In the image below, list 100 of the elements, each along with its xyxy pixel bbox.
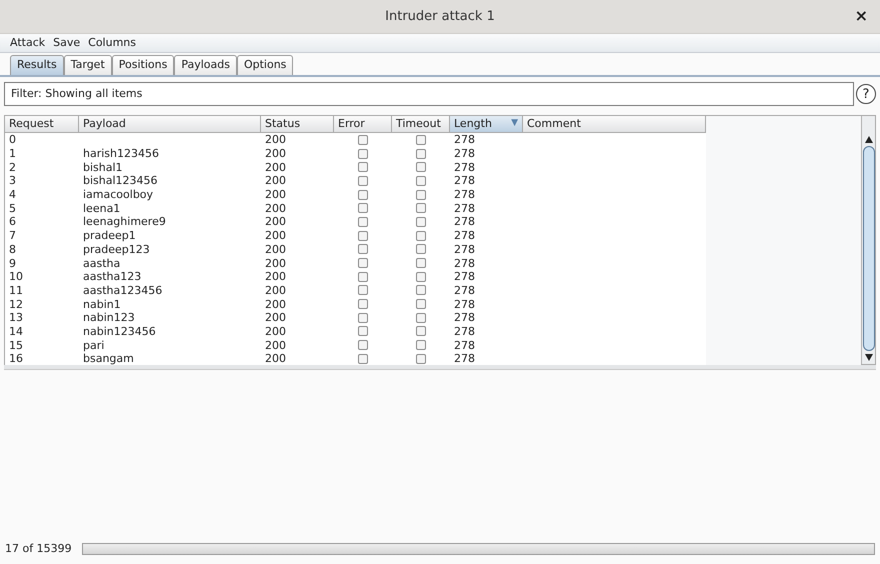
checkbox[interactable] [358,354,368,364]
table-cell-text: 8 [8,244,17,255]
filter-bar[interactable]: Filter: Showing all items [4,82,854,106]
checkbox[interactable] [416,326,426,336]
table-cell-text: pradeep1 [82,230,137,242]
scroll-down-icon[interactable] [864,354,872,361]
checkbox[interactable] [416,230,426,241]
table-cell-text: 200 [264,189,287,200]
checkbox[interactable] [416,176,426,186]
table-cell-text: 278 [453,230,476,242]
checkbox[interactable] [358,326,368,336]
checkbox[interactable] [416,272,426,282]
checkbox[interactable] [358,203,368,214]
checkbox[interactable] [416,148,426,159]
checkbox[interactable] [358,162,368,172]
table-cell-text: aastha123 [82,271,142,282]
checkbox[interactable] [416,190,426,200]
table-cell-text: 200 [264,312,287,324]
table-cell-text: 278 [453,340,476,351]
checkbox[interactable] [358,299,368,310]
column-label: Comment [527,116,581,132]
table-cell-text: leena1 [82,202,122,214]
column-header[interactable]: Error [334,116,392,133]
menu-item[interactable]: Attack [10,34,46,52]
tab[interactable]: Results [10,55,64,75]
table-cell-text: 1 [8,148,17,160]
column-header[interactable]: Timeout [392,116,450,133]
checkbox[interactable] [416,258,426,268]
table-cell-text: 200 [264,230,287,242]
table-cell-text: 278 [453,271,476,282]
column-label: Error [338,116,365,132]
table-cell-text: 9 [8,258,17,269]
checkbox[interactable] [358,148,368,159]
column-header[interactable]: Comment [523,116,706,133]
checkbox[interactable] [358,230,368,241]
table-cell-text: 278 [453,162,476,173]
checkbox[interactable] [358,272,368,282]
scrollbar[interactable] [861,116,875,364]
column-header[interactable]: Request [5,116,79,133]
table-cell-text: 278 [453,284,476,296]
table-cell-text: 200 [264,326,287,337]
table-cell-text: 200 [264,258,287,269]
checkbox[interactable] [358,216,368,227]
help-icon[interactable]: ? [856,84,876,104]
table-cell-text: 200 [264,175,287,186]
tab[interactable]: Options [236,55,294,75]
column-label: Length [454,116,492,132]
checkbox[interactable] [416,354,426,364]
table-cell-text: 3 [8,175,17,186]
checkbox[interactable] [416,285,426,296]
table-cell-text: 278 [453,216,476,228]
close-button[interactable]: × [854,8,868,24]
column-header[interactable]: Payload [79,116,261,133]
table-cell-text: pradeep123 [82,244,151,255]
tab[interactable]: Target [64,55,112,75]
table-cell-text: 200 [264,353,287,364]
table-cell-text: 200 [264,162,287,173]
checkbox[interactable] [358,190,368,200]
checkbox[interactable] [358,258,368,268]
scroll-thumb[interactable] [862,146,874,351]
checkbox[interactable] [416,312,426,323]
table-cell-text: aastha [82,258,122,269]
tab[interactable]: Positions [112,55,174,75]
table-cell-text: bishal1 [82,162,124,173]
checkbox[interactable] [416,203,426,214]
column-header[interactable]: Length ▼ [450,116,523,133]
table-cell-text: pari [82,340,106,351]
checkbox[interactable] [358,340,368,350]
checkbox[interactable] [416,244,426,254]
checkbox[interactable] [358,244,368,254]
menu-item[interactable]: Columns [88,34,136,52]
checkbox[interactable] [358,134,368,145]
table-cell-text: 278 [453,134,476,146]
column-header[interactable]: Status [261,116,334,133]
table-cell-text: leenaghimere9 [82,216,167,228]
table-cell-text: harish123456 [82,148,160,160]
table-cell-text: 4 [8,189,17,200]
checkbox[interactable] [358,176,368,186]
table-cell-text: 278 [453,312,476,324]
checkbox[interactable] [416,299,426,310]
table-cell-text: aastha123456 [82,284,164,296]
table-cell-text: 278 [453,148,476,160]
tab[interactable]: Payloads [174,55,237,75]
checkbox[interactable] [416,134,426,145]
checkbox[interactable] [416,340,426,350]
table-cell-text: 5 [8,202,17,214]
table-cell-text: 0 [8,134,17,146]
table-cell-text: 278 [453,202,476,214]
checkbox[interactable] [358,285,368,296]
checkbox[interactable] [416,216,426,227]
column-label: Status [265,116,300,132]
table-cell-text: 6 [8,216,17,228]
menu-item[interactable]: Save [53,34,80,52]
checkbox[interactable] [358,312,368,323]
checkbox[interactable] [416,162,426,172]
table-cell-text: 278 [453,298,476,310]
table-cell-text: 11 [8,284,24,296]
table-cell-text: 200 [264,284,287,296]
scroll-up-icon[interactable] [864,136,872,143]
table-cell-text: bishal123456 [82,175,159,186]
